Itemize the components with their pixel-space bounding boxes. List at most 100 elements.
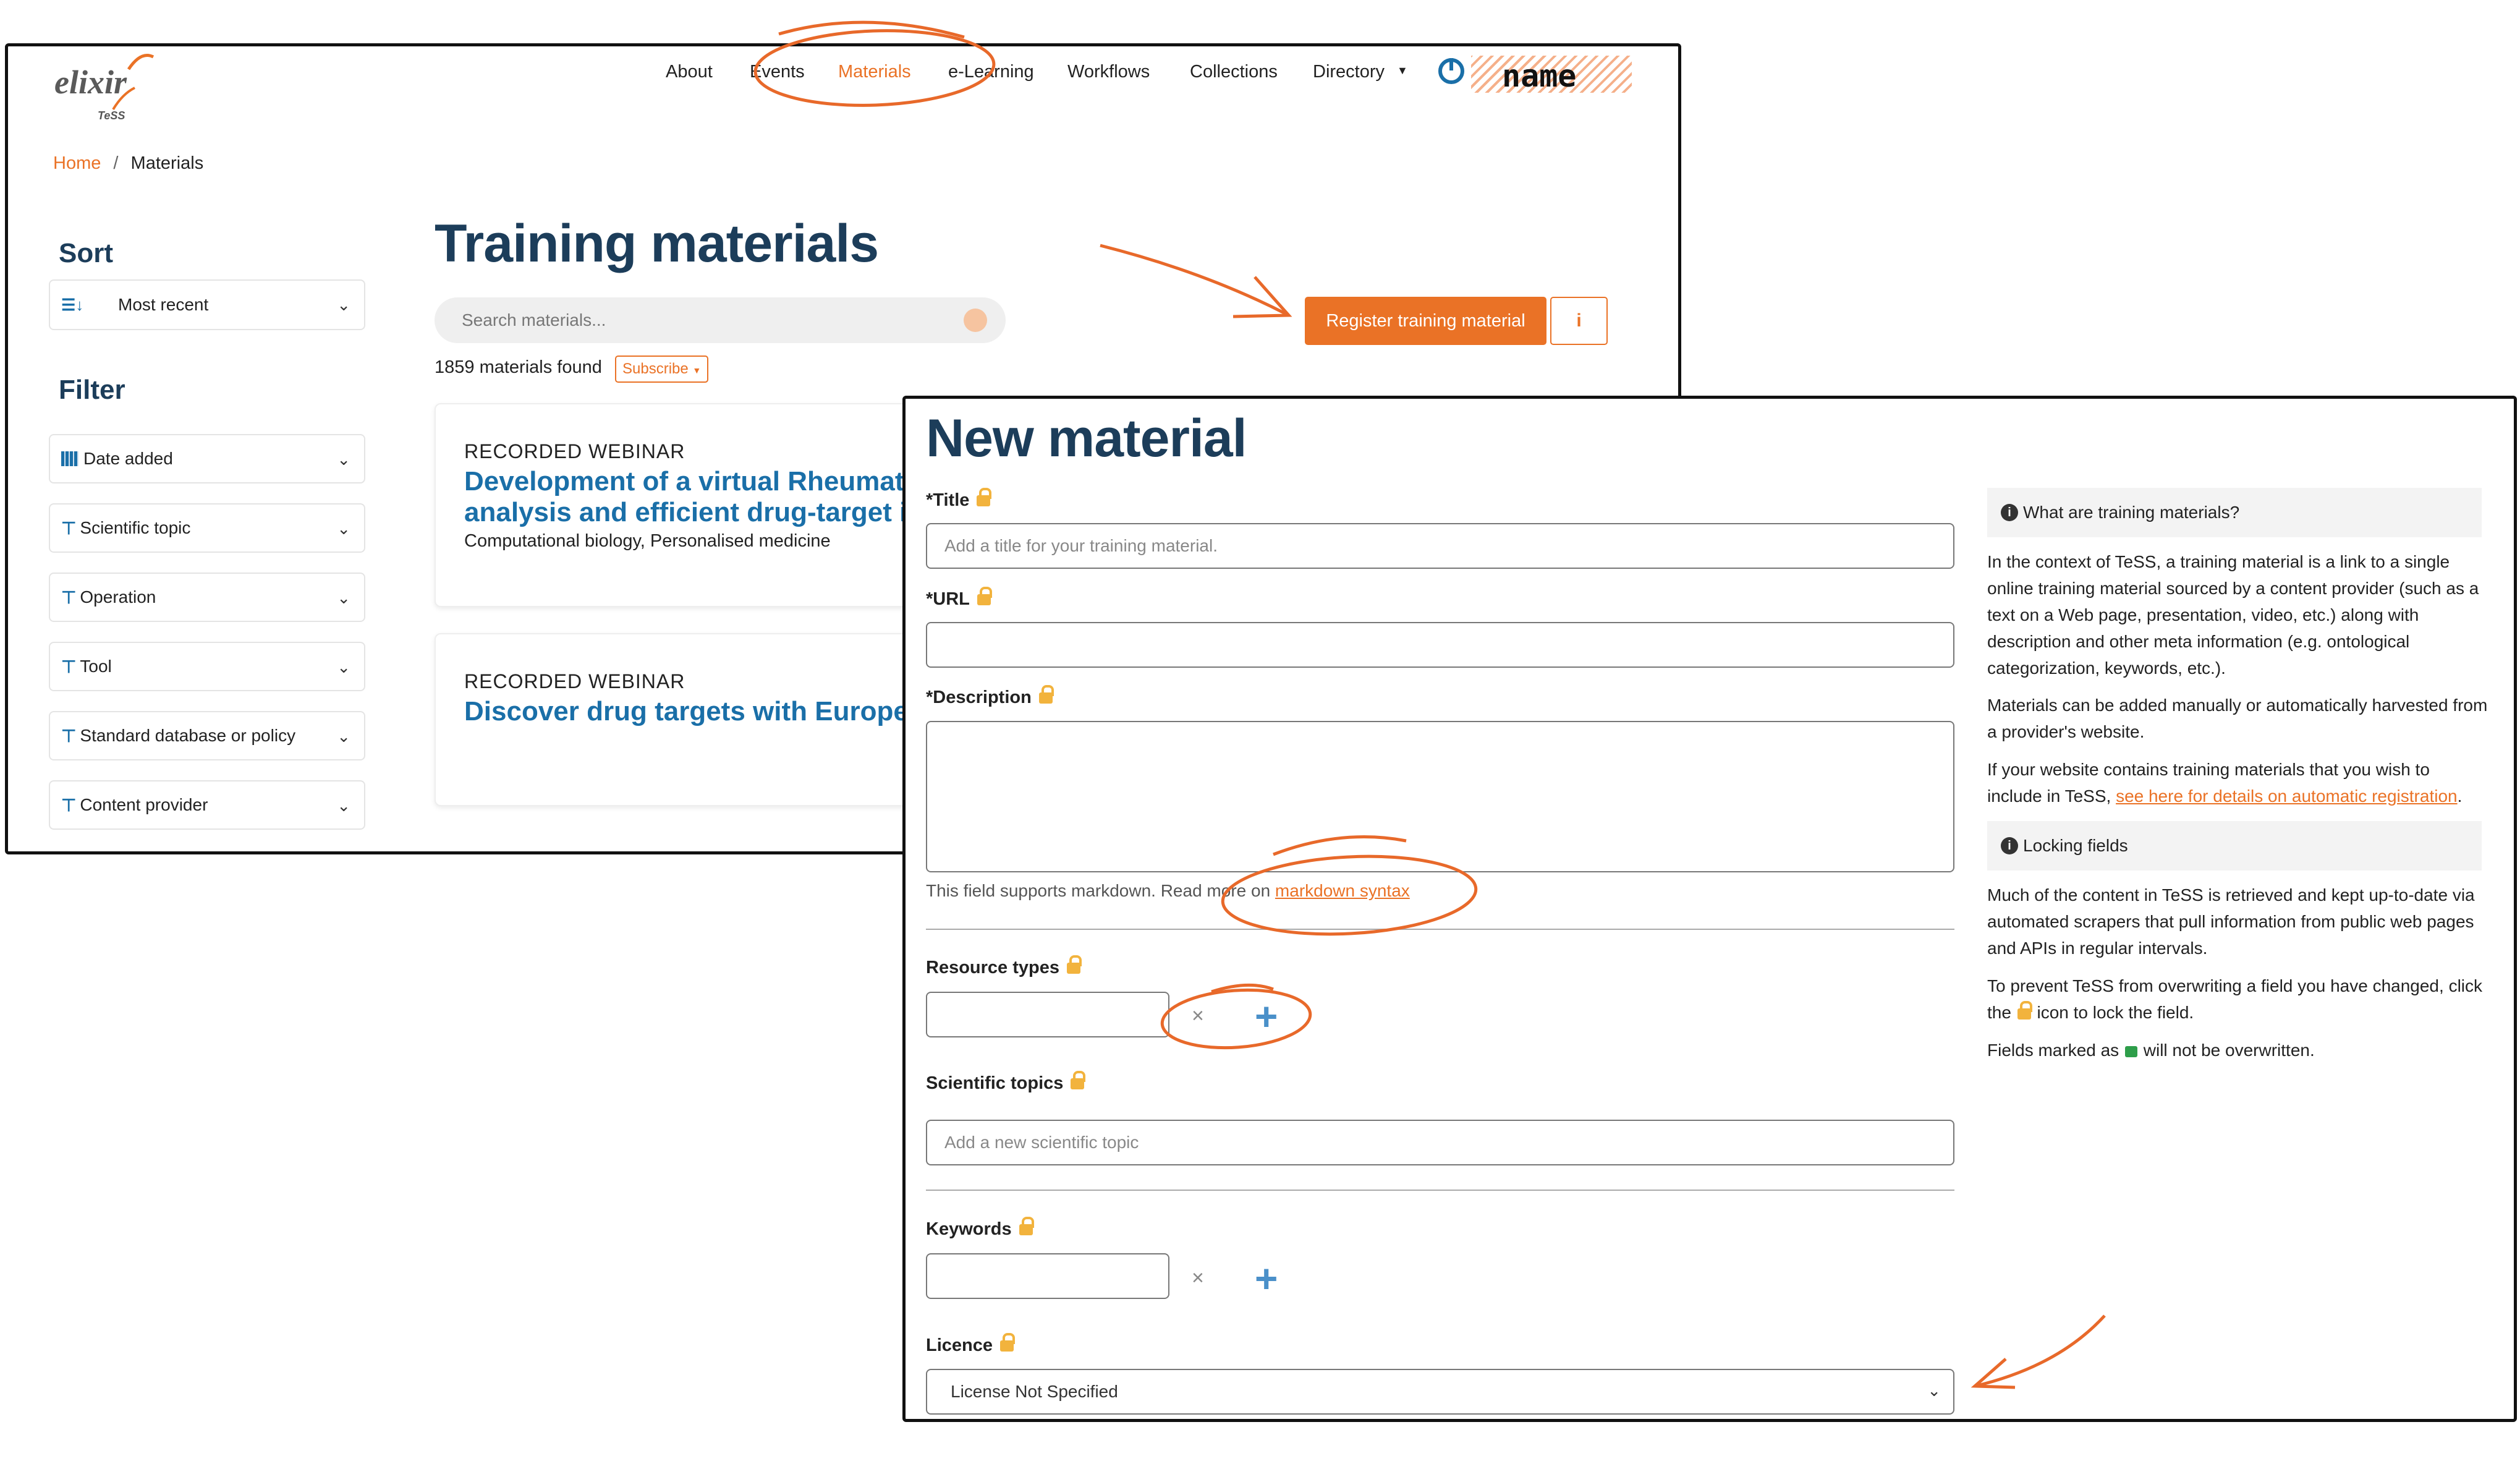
caret-down-icon: ▼ [692,365,702,375]
breadcrumb-separator: / [113,153,119,173]
unlock-icon[interactable] [1038,685,1054,704]
material-title-cont[interactable]: analysis and efficient drug-target ide [464,497,939,528]
description-label: *Description [926,685,1054,708]
required-mark: * [926,490,933,510]
form-title: New material [926,409,1247,468]
nav-about[interactable]: About [666,62,713,82]
description-label-text: Description [933,688,1032,707]
nav-elearning[interactable]: e-Learning [948,62,1034,82]
breadcrumb-current: Materials [130,153,204,173]
info-circle-icon: i [2001,837,2018,854]
title-label: *Title [926,488,992,511]
funnel-icon: ⊤ [61,726,77,746]
elixir-tess-logo[interactable]: elixir TeSS [54,51,178,125]
unlock-icon[interactable] [977,587,992,606]
filter-label: Scientific topic [80,518,191,537]
unlock-icon[interactable] [977,488,992,507]
funnel-icon: ⊤ [61,587,77,607]
filter-date-added[interactable]: Date added ⌄ [49,434,365,483]
help-lock-p3-end: will not be overwritten. [2138,1041,2315,1060]
help-what-p2: Materials can be added manually or autom… [1987,696,2488,741]
resource-types-label: Resource types [926,955,1082,978]
info-button[interactable]: i [1550,297,1608,345]
nav-events[interactable]: Events [750,62,805,82]
chevron-down-icon: ⌄ [337,727,350,746]
keywords-label: Keywords [926,1217,1034,1240]
results-count: 1859 materials found [435,357,602,377]
markdown-syntax-link[interactable]: markdown syntax [1275,881,1410,900]
material-type: RECORDED WEBINAR [464,440,685,462]
scientific-topics-label-text: Scientific topics [926,1073,1064,1093]
nav-materials[interactable]: Materials [838,62,911,82]
add-resource-type-button[interactable]: + [1255,997,1278,1036]
title-input[interactable]: Add a title for your training material. [926,523,1954,569]
required-mark: * [926,688,933,707]
help-lock-p3-text: Fields marked as [1987,1041,2124,1060]
filter-content-provider[interactable]: ⊤ Content provider ⌄ [49,780,365,830]
chevron-down-icon: ⌄ [337,519,350,538]
search-placeholder: Search materials... [462,310,606,330]
keyword-input[interactable] [926,1253,1169,1299]
filter-label: Tool [80,657,112,676]
material-title[interactable]: Discover drug targets with Europe PM [464,696,957,727]
chevron-down-icon: ⌄ [337,450,350,469]
search-input[interactable]: Search materials... [435,297,1006,343]
help-what-heading-text: What are training materials? [2023,503,2240,522]
description-textarea[interactable] [926,721,1954,872]
locked-icon [2124,1045,2137,1057]
filter-label: Date added [83,449,173,468]
sort-select[interactable]: ☰↓ Most recent ⌄ [49,279,365,330]
nav-workflows[interactable]: Workflows [1067,62,1150,82]
sort-order-icon: ☰↓ [61,295,84,314]
divider [926,929,1954,930]
filter-operation[interactable]: ⊤ Operation ⌄ [49,573,365,622]
automatic-registration-link[interactable]: see here for details on automatic regist… [2116,786,2458,806]
unlock-icon[interactable] [1019,1217,1034,1236]
nav-collections[interactable]: Collections [1190,62,1278,82]
breadcrumb-home[interactable]: Home [53,153,101,173]
filter-label: Standard database or policy [80,726,296,745]
user-name-redacted[interactable]: name [1471,56,1632,94]
filter-standard-database[interactable]: ⊤ Standard database or policy ⌄ [49,711,365,760]
title-placeholder: Add a title for your training material. [944,536,1218,555]
unlock-icon[interactable] [1067,955,1082,974]
register-material-button[interactable]: Register training material [1305,297,1546,345]
material-card[interactable]: RECORDED WEBINAR Development of a virtua… [435,403,944,607]
unlock-icon[interactable] [1000,1333,1015,1352]
add-keyword-button[interactable]: + [1255,1259,1278,1298]
user-power-icon[interactable] [1437,57,1466,85]
directory-caret-icon: ▼ [1397,64,1408,77]
nav-directory[interactable]: Directory [1313,62,1385,82]
breadcrumb: Home / Materials [53,153,203,174]
resource-type-input[interactable] [926,992,1169,1037]
help-what-heading: i What are training materials? [1987,488,2482,537]
material-card[interactable]: RECORDED WEBINAR Discover drug targets w… [435,633,957,806]
help-what-p3: If your website contains training materi… [1987,756,2488,809]
licence-label-text: Licence [926,1335,993,1355]
filter-tool[interactable]: ⊤ Tool ⌄ [49,642,365,691]
help-lock-heading: i Locking fields [1987,821,2482,871]
material-title[interactable]: Development of a virtual Rheumatoid [464,466,944,497]
subscribe-button[interactable]: Subscribe ▼ [615,356,709,383]
remove-keyword-button[interactable]: × [1192,1266,1204,1290]
help-lock-p2-end: icon to lock the field. [2032,1003,2194,1022]
unlock-icon [2017,1000,2032,1020]
filter-scientific-topic[interactable]: ⊤ Scientific topic ⌄ [49,503,365,553]
divider [926,1190,1954,1191]
material-type: RECORDED WEBINAR [464,670,685,692]
markdown-hint: This field supports markdown. Read more … [926,881,1410,901]
page-title: Training materials [435,214,879,273]
funnel-icon: ⊤ [61,657,77,676]
calendar-icon [61,451,78,466]
url-input[interactable] [926,622,1954,668]
remove-resource-type-button[interactable]: × [1192,1004,1204,1028]
chevron-down-icon: ⌄ [337,796,350,815]
unlock-icon[interactable] [1071,1071,1086,1090]
scientific-topics-label: Scientific topics [926,1071,1086,1094]
chevron-down-icon: ⌄ [337,589,350,607]
licence-select[interactable]: License Not Specified ⌄ [926,1369,1954,1415]
logo-subtext: TeSS [98,109,125,122]
search-icon[interactable] [964,309,987,332]
licence-value: License Not Specified [951,1382,1118,1401]
scientific-topic-input[interactable]: Add a new scientific topic [926,1120,1954,1165]
